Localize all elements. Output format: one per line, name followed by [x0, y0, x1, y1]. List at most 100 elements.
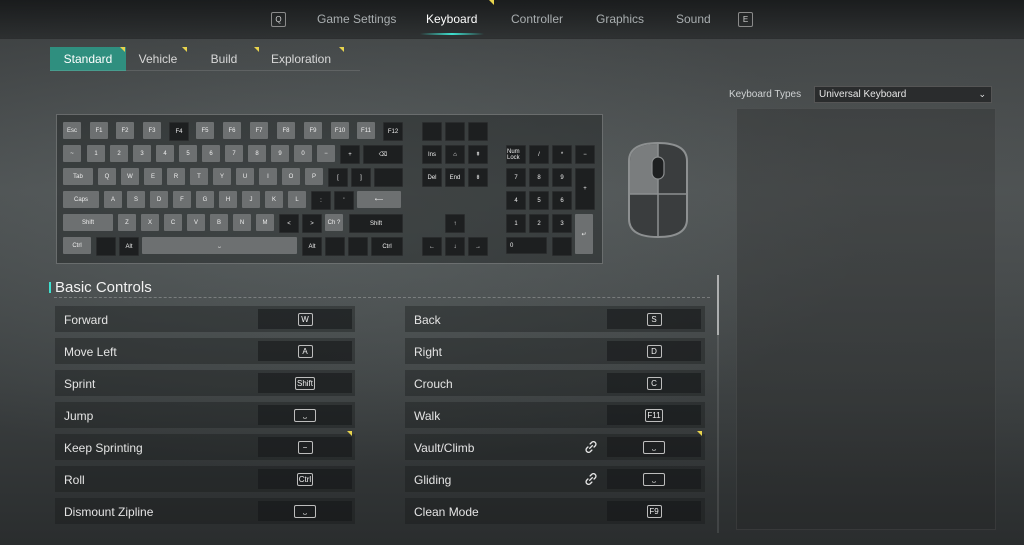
key-binding-button[interactable]: W [258, 309, 352, 329]
key-pause[interactable] [468, 122, 488, 141]
tab-controller[interactable]: Controller [511, 12, 563, 26]
key-question[interactable]: Ch ? [325, 214, 343, 231]
key-f3[interactable]: F3 [143, 122, 161, 139]
key-backspace[interactable]: ⌫ [363, 145, 403, 164]
key-q[interactable]: Q [98, 168, 116, 185]
tab-graphics[interactable]: Graphics [596, 12, 644, 26]
key-n[interactable]: N [233, 214, 251, 231]
key-2[interactable]: 2 [110, 145, 128, 162]
key-num-minus[interactable]: − [575, 145, 595, 164]
key-num-divide[interactable]: / [529, 145, 549, 164]
key-num-7[interactable]: 7 [506, 168, 526, 187]
key-num-6[interactable]: 6 [552, 191, 572, 210]
tab-game-settings[interactable]: Game Settings [317, 12, 396, 26]
key-plus[interactable]: + [340, 145, 360, 164]
key-greater-than[interactable]: > [302, 214, 322, 233]
key-e[interactable]: E [144, 168, 162, 185]
key-num-0[interactable]: 0 [506, 237, 547, 254]
key-menu[interactable] [348, 237, 368, 256]
key-6[interactable]: 6 [202, 145, 220, 162]
key-h[interactable]: H [219, 191, 237, 208]
key-binding-button[interactable]: C [607, 373, 701, 393]
key-m[interactable]: M [256, 214, 274, 231]
key-f10[interactable]: F10 [331, 122, 349, 139]
key-num-multiply[interactable]: * [552, 145, 572, 164]
key-arrow-right[interactable]: → [468, 237, 488, 256]
key-binding-button[interactable]: ⎵ [258, 405, 352, 425]
key-9[interactable]: 9 [271, 145, 289, 162]
key-num-2[interactable]: 2 [529, 214, 549, 233]
key-scroll-lock[interactable] [445, 122, 465, 141]
key-binding-button[interactable]: Ctrl [258, 469, 352, 489]
key-z[interactable]: Z [118, 214, 136, 231]
control-row-sprint[interactable]: Sprint Shift [55, 370, 355, 396]
key-num-5[interactable]: 5 [529, 191, 549, 210]
key-s[interactable]: S [127, 191, 145, 208]
control-row-dismount-zipline[interactable]: Dismount Zipline ⎵ [55, 498, 355, 524]
next-tab-key-hint[interactable]: E [738, 12, 753, 27]
key-binding-button[interactable]: F9 [607, 501, 701, 521]
key-ctrl-left[interactable]: Ctrl [63, 237, 91, 254]
key-c[interactable]: C [164, 214, 182, 231]
key-w[interactable]: W [121, 168, 139, 185]
control-row-move-left[interactable]: Move Left A [55, 338, 355, 364]
key-arrow-up[interactable]: ↑ [445, 214, 465, 233]
key-o[interactable]: O [282, 168, 300, 185]
subtab-exploration[interactable]: Exploration [262, 47, 340, 71]
key-t[interactable]: T [190, 168, 208, 185]
key-minus[interactable]: − [317, 145, 335, 162]
key-insert[interactable]: Ins [422, 145, 442, 164]
link-icon[interactable] [584, 440, 598, 454]
control-row-back[interactable]: Back S [405, 306, 705, 332]
key-f7[interactable]: F7 [250, 122, 268, 139]
key-f12[interactable]: F12 [383, 122, 403, 141]
scrollbar-thumb[interactable] [717, 275, 719, 335]
keyboard-types-select[interactable]: Universal Keyboard ⌄ [814, 86, 992, 103]
key-win[interactable] [96, 237, 116, 256]
key-bracket-left[interactable]: [ [328, 168, 348, 187]
key-l[interactable]: L [288, 191, 306, 208]
key-binding-button[interactable]: ⎵ [607, 437, 701, 457]
control-row-clean-mode[interactable]: Clean Mode F9 [405, 498, 705, 524]
key-g[interactable]: G [196, 191, 214, 208]
key-3[interactable]: 3 [133, 145, 151, 162]
key-f1[interactable]: F1 [90, 122, 108, 139]
key-num-9[interactable]: 9 [552, 168, 572, 187]
key-arrow-left[interactable]: ← [422, 237, 442, 256]
key-colon[interactable]: : [311, 191, 331, 210]
key-f11[interactable]: F11 [357, 122, 375, 139]
key-page-up[interactable]: ⇞ [468, 145, 488, 164]
key-f[interactable]: F [173, 191, 191, 208]
key-binding-button[interactable]: ⎵ [258, 501, 352, 521]
key-bracket-right[interactable]: ] [351, 168, 371, 187]
key-page-down[interactable]: ⇟ [468, 168, 488, 187]
subtab-vehicle[interactable]: Vehicle [129, 47, 187, 71]
key-binding-button[interactable]: − [258, 437, 352, 457]
key-f9[interactable]: F9 [304, 122, 322, 139]
tab-sound[interactable]: Sound [676, 12, 711, 26]
key-arrow-down[interactable]: ↓ [445, 237, 465, 256]
subtab-build[interactable]: Build [199, 47, 249, 71]
control-row-crouch[interactable]: Crouch C [405, 370, 705, 396]
key-5[interactable]: 5 [179, 145, 197, 162]
key-num-enter[interactable]: ↵ [575, 214, 593, 254]
link-icon[interactable] [584, 472, 598, 486]
key-1[interactable]: 1 [87, 145, 105, 162]
control-row-right[interactable]: Right D [405, 338, 705, 364]
key-caps[interactable]: Caps [63, 191, 99, 208]
key-binding-button[interactable]: A [258, 341, 352, 361]
key-delete[interactable]: Del [422, 168, 442, 187]
key-tilde[interactable]: ~ [63, 145, 81, 162]
key-4[interactable]: 4 [156, 145, 174, 162]
key-less-than[interactable]: < [279, 214, 299, 233]
key-num-3[interactable]: 3 [552, 214, 572, 233]
control-row-gliding[interactable]: Gliding ⎵ [405, 466, 705, 492]
key-b[interactable]: B [210, 214, 228, 231]
key-u[interactable]: U [236, 168, 254, 185]
key-f6[interactable]: F6 [223, 122, 241, 139]
key-home[interactable]: ⌂ [445, 145, 465, 164]
key-binding-button[interactable]: S [607, 309, 701, 329]
key-7[interactable]: 7 [225, 145, 243, 162]
key-num-4[interactable]: 4 [506, 191, 526, 210]
key-f5[interactable]: F5 [196, 122, 214, 139]
